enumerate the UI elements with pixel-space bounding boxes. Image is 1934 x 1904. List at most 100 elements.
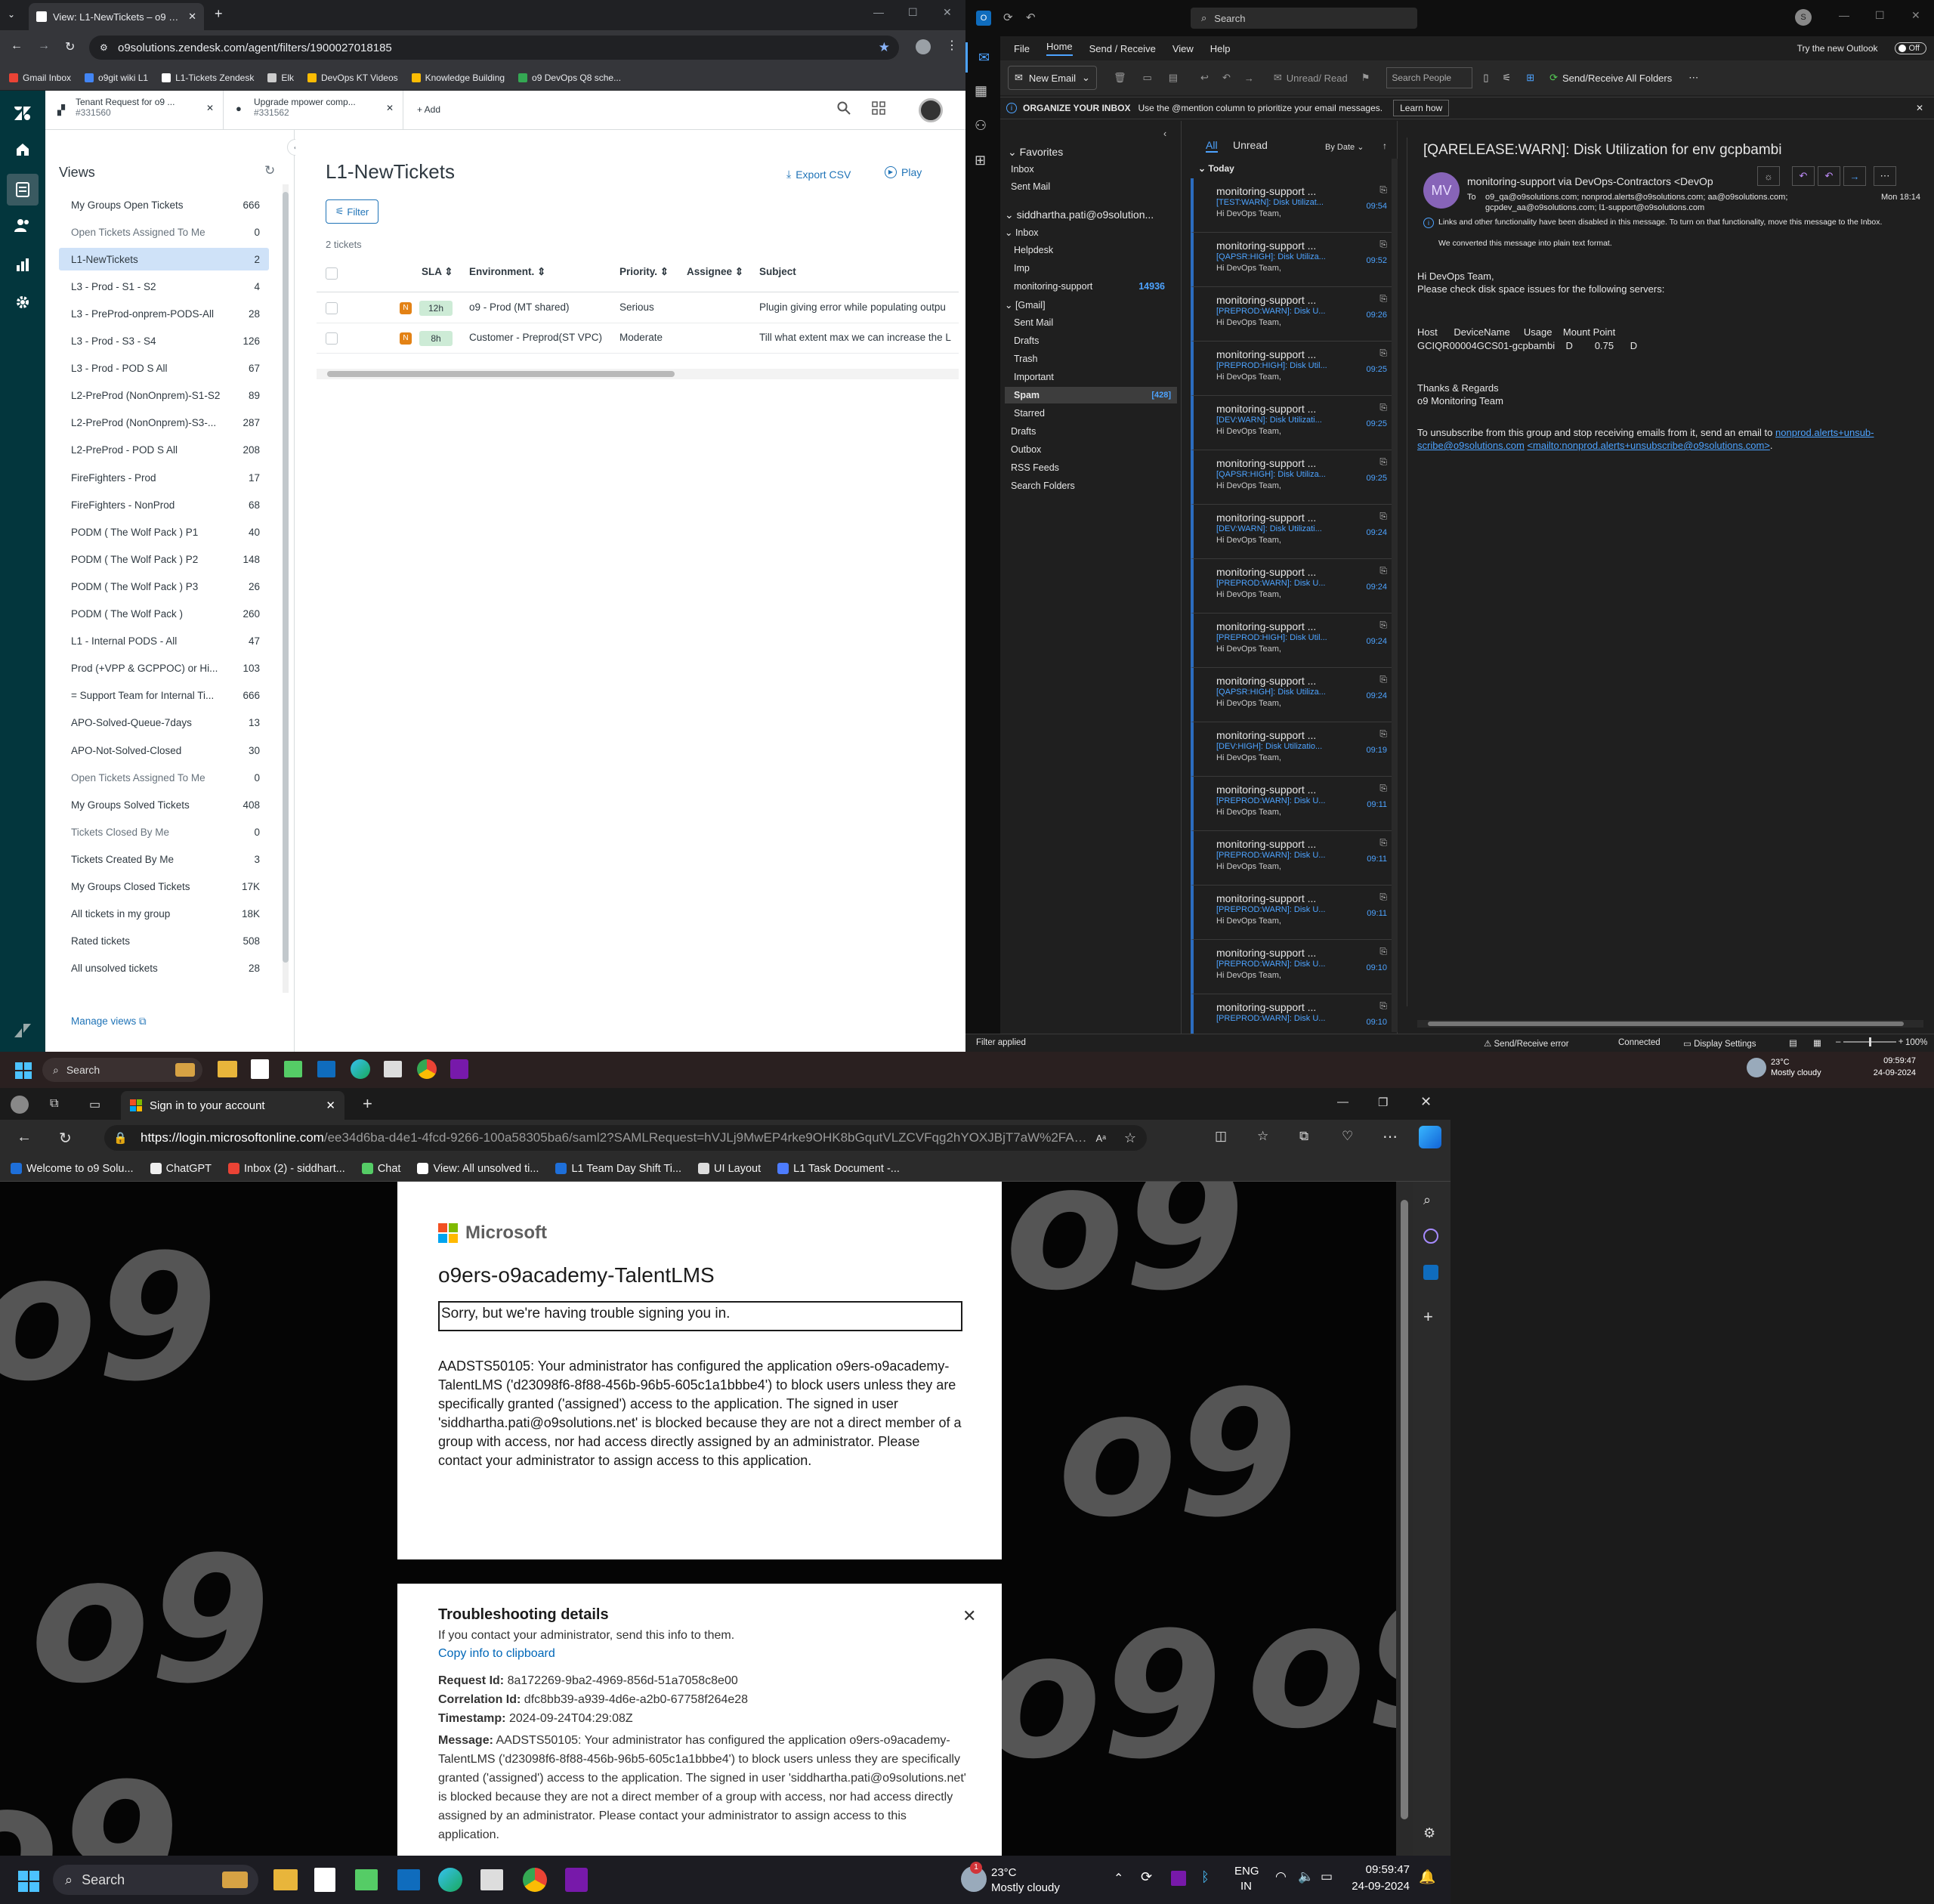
menu-home[interactable]: Home	[1046, 41, 1073, 56]
view-item[interactable]: L1-NewTickets 2	[59, 248, 269, 271]
folder-item[interactable]: Important	[1005, 369, 1177, 385]
outlook-taskbar-icon[interactable]	[397, 1869, 420, 1890]
new-email-button[interactable]: ✉ New Email ⌄	[1008, 66, 1097, 90]
copy-info-link[interactable]: Copy info to clipboard	[438, 1647, 555, 1661]
table-row[interactable]: N 8h Customer - Preprod(ST VPC) Moderate…	[317, 323, 959, 354]
col-sla[interactable]: SLA ⇕	[422, 266, 453, 278]
favorite-item[interactable]: Inbox (2) - siddhart...	[228, 1163, 345, 1175]
view-item[interactable]: Prod (+VPP & GCPPOC) or Hi... 103	[59, 657, 269, 680]
new-outlook-toggle[interactable]: Off	[1894, 42, 1926, 54]
chrome-icon[interactable]	[523, 1868, 547, 1892]
extension-icon[interactable]	[916, 39, 931, 54]
bookmark-item[interactable]: Elk	[267, 73, 294, 83]
message-list-scrollbar[interactable]	[1392, 159, 1398, 1032]
close-window-icon[interactable]: ✕	[1911, 9, 1920, 22]
notification-bell-icon[interactable]: 🔔	[1419, 1869, 1435, 1885]
people-icon[interactable]: ⚇	[975, 118, 987, 134]
message-item[interactable]: monitoring-support ... [QAPSR:HIGH]: Disk…	[1191, 233, 1398, 287]
sync-tray-icon[interactable]: ⟳	[1141, 1869, 1152, 1885]
filter-email-icon[interactable]: ⚟	[1503, 72, 1512, 84]
col-priority[interactable]: Priority. ⇕	[619, 266, 669, 278]
view-item[interactable]: L3 - Prod - S3 - S4 126	[59, 330, 269, 353]
view-item[interactable]: L2-PreProd - POD S All 208	[59, 439, 269, 462]
status-display-settings[interactable]: ▭ Display Settings	[1644, 1038, 1756, 1049]
mail-icon[interactable]: ✉	[965, 42, 1000, 73]
store-icon[interactable]	[480, 1869, 503, 1890]
message-item[interactable]: monitoring-support ... [DEV:HIGH]: Disk U…	[1191, 722, 1398, 777]
message-item[interactable]: monitoring-support ... [DEV:WARN]: Disk U…	[1191, 396, 1398, 450]
reply-icon[interactable]: ↶	[1792, 166, 1815, 186]
new-tab-icon[interactable]: +	[363, 1094, 372, 1114]
folder-item[interactable]: Drafts	[1005, 332, 1177, 349]
close-info-icon[interactable]: ✕	[1916, 103, 1923, 113]
view-item[interactable]: APO-Not-Solved-Closed 30	[59, 739, 269, 762]
view-item[interactable]: APO-Solved-Queue-7days 13	[59, 712, 269, 734]
search-people-input[interactable]: Search People	[1386, 67, 1473, 88]
minimize-icon[interactable]: —	[1839, 9, 1849, 21]
message-item[interactable]: monitoring-support ... [PREPROD:HIGH]: Di…	[1191, 614, 1398, 668]
menu-help[interactable]: Help	[1210, 43, 1231, 54]
learn-how-button[interactable]: Learn how	[1393, 100, 1450, 116]
folder-item[interactable]: monitoring-support 14936	[1014, 278, 1165, 295]
bookmark-item[interactable]: L1-Tickets Zendesk	[162, 73, 254, 83]
minimize-icon[interactable]: —	[873, 6, 884, 18]
close-icon[interactable]: ✕	[962, 1606, 976, 1626]
chrome-tab-active[interactable]: View: L1-NewTickets – o9 Supp ✕	[29, 3, 204, 30]
row-checkbox[interactable]	[326, 332, 338, 345]
snipping-tool-icon[interactable]	[251, 1059, 269, 1079]
reply-icon[interactable]: ↩	[1200, 72, 1209, 84]
folder-inbox[interactable]: ⌄ Inbox	[1005, 224, 1039, 240]
reply-all-icon[interactable]: ↶	[1818, 166, 1840, 186]
teams-icon[interactable]	[355, 1869, 378, 1890]
subject-cell[interactable]: Plugin giving error while populating out…	[759, 301, 959, 313]
add-tab-button[interactable]: + Add	[417, 104, 440, 115]
today-group-header[interactable]: ⌄ Today	[1198, 163, 1234, 174]
favorite-item[interactable]: Chat	[361, 1163, 400, 1175]
edge-tab-active[interactable]: Sign in to your account ✕	[121, 1091, 344, 1120]
reporting-icon[interactable]	[12, 254, 33, 275]
refresh-views-icon[interactable]: ↻	[264, 163, 275, 178]
undo-icon[interactable]: ↶	[1026, 11, 1036, 24]
maximize-icon[interactable]: ☐	[1875, 9, 1885, 22]
normal-view-icon[interactable]: ▤	[1789, 1037, 1797, 1048]
view-item[interactable]: PODM ( The Wolf Pack ) 260	[59, 603, 269, 626]
address-book-icon[interactable]: ▯	[1483, 72, 1488, 84]
bookmark-star-icon[interactable]: ★	[879, 40, 890, 55]
tab-actions-icon[interactable]: ▭	[89, 1097, 100, 1112]
export-csv-button[interactable]: ⤓ Export CSV	[786, 168, 851, 181]
unread-read-button[interactable]: ✉ Unread/ Read	[1274, 72, 1348, 84]
ticket-tab-1[interactable]: ▞ Tenant Request for o9 ... #331560 ✕	[45, 91, 224, 130]
col-assignee[interactable]: Assignee ⇕	[687, 266, 743, 278]
chrome-menu-icon[interactable]: ⋮	[946, 38, 958, 53]
close-window-icon[interactable]: ✕	[943, 6, 952, 19]
apps-grid-icon[interactable]	[872, 101, 885, 115]
clock-date[interactable]: 24-09-2024	[1346, 1880, 1410, 1893]
view-item[interactable]: All unsolved tickets 28	[59, 957, 269, 980]
folder-item[interactable]: Drafts	[1011, 423, 1036, 440]
close-ticket-tab-icon[interactable]: ✕	[206, 103, 214, 113]
filter-unread-tab[interactable]: Unread	[1233, 139, 1268, 151]
view-item[interactable]: Open Tickets Assigned To Me 0	[59, 766, 269, 789]
row-checkbox[interactable]	[326, 302, 338, 314]
forward-icon[interactable]: →	[38, 39, 50, 53]
fav-inbox[interactable]: Inbox	[1011, 161, 1034, 178]
view-item[interactable]: = Support Team for Internal Ti... 666	[59, 685, 269, 707]
outlook-taskbar-icon[interactable]	[317, 1061, 335, 1077]
message-item[interactable]: monitoring-support ... [TEST:WARN]: Disk …	[1191, 178, 1398, 233]
store-icon[interactable]	[384, 1061, 402, 1077]
teams-icon[interactable]	[284, 1061, 302, 1077]
view-item[interactable]: L3 - Prod - POD S All 67	[59, 357, 269, 380]
col-environment[interactable]: Environment. ⇕	[469, 266, 545, 278]
maximize-icon[interactable]: ☐	[908, 6, 918, 19]
delete-icon[interactable]: 🗑	[1114, 72, 1126, 84]
profile-avatar[interactable]	[919, 98, 943, 122]
search-icon[interactable]	[837, 101, 851, 115]
close-window-icon[interactable]: ✕	[1420, 1094, 1432, 1110]
mailto-link[interactable]: <mailto:nonprod.alerts+unsubscribe@o9sol…	[1527, 440, 1769, 451]
url-input[interactable]: ⚙ o9solutions.zendesk.com/agent/filters/…	[89, 36, 899, 60]
send-receive-all-button[interactable]: ⟳ Send/Receive All Folders	[1549, 72, 1672, 84]
zoom-slider[interactable]: – +	[1836, 1037, 1911, 1046]
view-item[interactable]: L1 - Internal PODS - All 47	[59, 630, 269, 653]
message-item[interactable]: monitoring-support ... [PREPROD:HIGH]: Di…	[1191, 342, 1398, 396]
workspaces-icon[interactable]: ⧉	[50, 1097, 58, 1111]
